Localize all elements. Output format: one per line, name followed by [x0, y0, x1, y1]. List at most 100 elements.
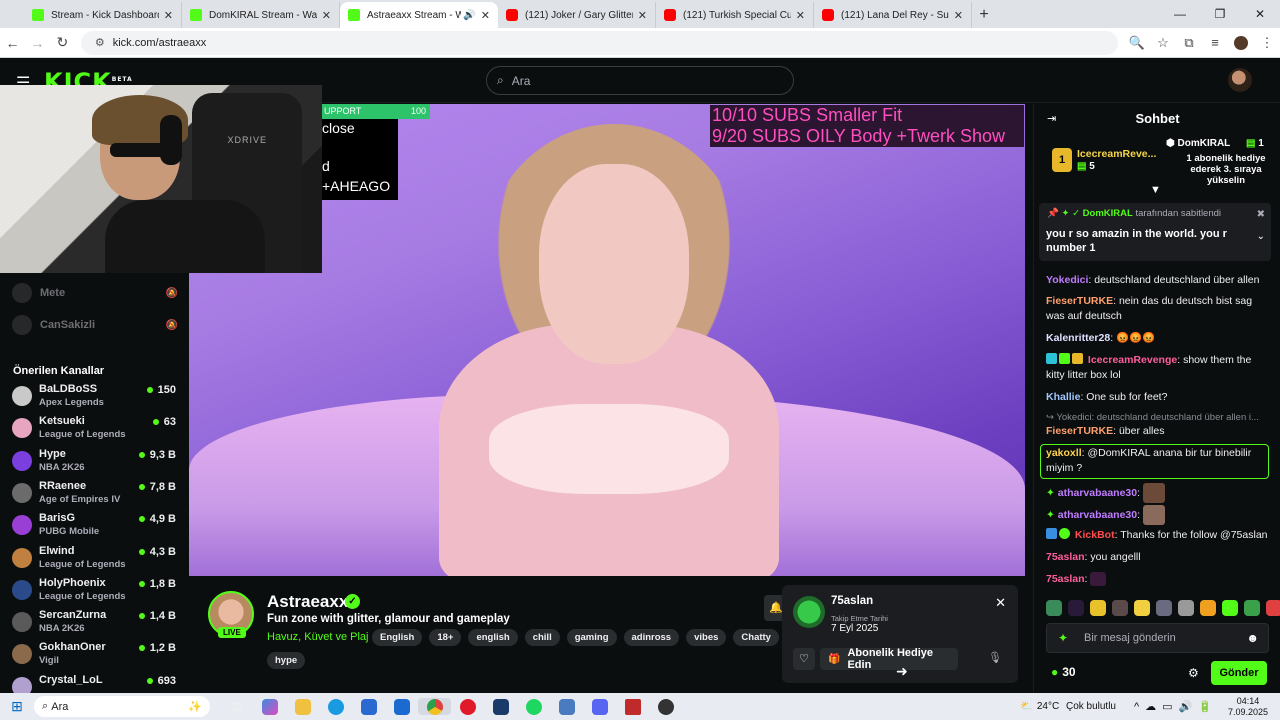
- chat-message[interactable]: 75aslan: you angelll: [1046, 550, 1271, 565]
- tray-icons[interactable]: ^☁▭🔊🔋: [1134, 700, 1218, 713]
- sidebar-item-channel[interactable]: SercanZurna NBA 2K26 1,4 B: [12, 609, 176, 641]
- browser-tab[interactable]: (121) Turkish Special Cut - YouT ✕: [656, 2, 814, 28]
- stream-tag[interactable]: Chatty: [733, 629, 779, 646]
- task-view-icon[interactable]: ⧉: [220, 699, 253, 715]
- browser-tab[interactable]: DomKIRAL Stream - Watch Live ✕: [182, 2, 340, 28]
- emote-icon[interactable]: [1266, 600, 1280, 616]
- emote-icon[interactable]: [1090, 600, 1106, 616]
- sparkle-icon[interactable]: ✦: [1058, 631, 1068, 645]
- chat-message[interactable]: Yokedici: deutschland deutschland über a…: [1046, 273, 1271, 288]
- outlook-icon[interactable]: [385, 698, 418, 715]
- restore-icon[interactable]: ❐: [1200, 0, 1240, 28]
- windows-start-icon[interactable]: ⊞: [0, 698, 34, 715]
- stream-tag[interactable]: vibes: [686, 629, 727, 646]
- menu-kebab-icon[interactable]: ⋮: [1254, 35, 1280, 51]
- sidebar-item-channel[interactable]: Ketsueki League of Legends 63: [12, 415, 176, 447]
- close-tab-icon[interactable]: ✕: [796, 9, 805, 22]
- chat-message[interactable]: 75aslan:: [1046, 572, 1271, 587]
- chat-message[interactable]: KickBot: Thanks for the follow @75aslan: [1046, 528, 1271, 543]
- streamer-name[interactable]: Astraeaxx: [267, 592, 348, 612]
- stream-category-link[interactable]: Havuz, Küvet ve Plaj: [267, 631, 369, 643]
- app-icon[interactable]: [649, 698, 682, 715]
- reply-preview[interactable]: ↪ Yokedici: deutschland deutschland über…: [1046, 412, 1274, 423]
- stream-tag[interactable]: adinross: [623, 629, 680, 646]
- app-icon[interactable]: [550, 698, 583, 715]
- chat-message[interactable]: FieserTURKE: über alles: [1046, 424, 1271, 439]
- sidebar-item-offline[interactable]: CanSakizli 🔕: [12, 315, 178, 335]
- app-icon[interactable]: [616, 698, 649, 715]
- sidebar-item-channel[interactable]: BaLDBoSS Apex Legends 150: [12, 383, 176, 415]
- taskbar-search[interactable]: ⌕ Ara ✨: [34, 696, 210, 717]
- speaker-icon[interactable]: 🔊: [463, 10, 475, 21]
- close-tab-icon[interactable]: ✕: [638, 9, 647, 22]
- steam-icon[interactable]: [484, 698, 517, 715]
- chat-message[interactable]: ✦ atharvabaane30:: [1046, 505, 1271, 525]
- stream-tag[interactable]: chill: [524, 629, 560, 646]
- bookmark-star-icon[interactable]: ☆: [1150, 35, 1176, 51]
- back-icon[interactable]: ←: [0, 35, 25, 51]
- opera-icon[interactable]: [451, 698, 484, 715]
- popup-username[interactable]: 75aslan: [831, 595, 873, 607]
- discord-icon[interactable]: [583, 698, 616, 715]
- expand-leaderboard-icon[interactable]: ▼: [1150, 184, 1161, 196]
- browser-tab[interactable]: (121) Lana Del Rey - Summertim ✕: [814, 2, 972, 28]
- chat-message[interactable]: FieserTURKE: nein das du deutsch bist sa…: [1046, 294, 1271, 324]
- emote-icon[interactable]: [1068, 600, 1084, 616]
- emote-icon[interactable]: [1222, 600, 1238, 616]
- site-settings-icon[interactable]: ⚙: [95, 36, 105, 49]
- chat-message[interactable]: yakoxll: @DomKIRAL anana bir tur binebil…: [1046, 446, 1271, 476]
- gift-sub-button[interactable]: 🎁 Abonelik Hediye Edin: [820, 647, 958, 671]
- emote-icon[interactable]: [1156, 600, 1172, 616]
- emote-icon[interactable]: [1134, 600, 1150, 616]
- new-tab-button[interactable]: +: [972, 2, 996, 28]
- unpin-icon[interactable]: ✖: [1257, 209, 1265, 220]
- chevron-down-icon[interactable]: ⌄: [1257, 231, 1265, 242]
- stream-tag[interactable]: English: [372, 629, 423, 646]
- close-tab-icon[interactable]: ✕: [481, 9, 490, 22]
- chat-message[interactable]: Kalenritter28: 😡😡😡: [1046, 331, 1271, 346]
- sidebar-item-channel[interactable]: HolyPhoenix League of Legends 1,8 B: [12, 577, 176, 609]
- url-field[interactable]: ⚙ kick.com/astraeaxx: [80, 30, 1118, 55]
- chrome-icon[interactable]: [418, 698, 451, 715]
- close-icon[interactable]: ✕: [995, 595, 1006, 611]
- leader-name[interactable]: IcecreamReve...: [1077, 148, 1156, 160]
- stream-tag[interactable]: gaming: [566, 629, 617, 646]
- mute-user-icon[interactable]: 🎙: [988, 651, 1002, 664]
- follow-heart-icon[interactable]: ♡: [793, 648, 815, 670]
- chat-message-input[interactable]: ✦ Bir mesaj gönderin ☻: [1046, 623, 1269, 653]
- close-tab-icon[interactable]: ✕: [164, 9, 173, 22]
- forward-icon[interactable]: →: [25, 35, 50, 51]
- chat-settings-icon[interactable]: ⚙: [1188, 666, 1199, 680]
- browser-tab-active[interactable]: Astraeaxx Stream - Watch L🔊 ✕: [340, 2, 498, 28]
- user-avatar[interactable]: [1228, 68, 1252, 92]
- profile-icon[interactable]: [1228, 35, 1254, 51]
- minimize-icon[interactable]: —: [1160, 0, 1200, 28]
- media-icon[interactable]: ≡: [1202, 35, 1228, 51]
- browser-tab[interactable]: Stream - Kick Dashboard ✕: [24, 2, 182, 28]
- emote-icon[interactable]: [1200, 600, 1216, 616]
- emote-icon[interactable]: [1112, 600, 1128, 616]
- browser-tab[interactable]: (121) Joker / Gary Glitter - Rock ✕: [498, 2, 656, 28]
- stream-tag[interactable]: 18+: [429, 629, 462, 646]
- channel-points[interactable]: ● 30: [1051, 665, 1076, 679]
- extensions-icon[interactable]: ⧉: [1176, 35, 1202, 51]
- emote-icon[interactable]: [1046, 600, 1062, 616]
- spotify-icon[interactable]: [517, 698, 550, 715]
- sidebar-item-channel[interactable]: GokhanOner Vigil 1,2 B: [12, 641, 176, 673]
- sidebar-item-channel[interactable]: BarisG PUBG Mobile 4,9 B: [12, 512, 176, 544]
- pinned-message[interactable]: 📌 ✦ ✓ DomKIRAL tarafından sabitlendi you…: [1039, 203, 1271, 261]
- search-input[interactable]: ⌕ Ara: [486, 66, 794, 95]
- clock[interactable]: 04:14 7.09.2025: [1228, 696, 1268, 718]
- file-explorer-icon[interactable]: [286, 698, 319, 715]
- emote-icon[interactable]: [1244, 600, 1260, 616]
- stream-tag[interactable]: hype: [267, 652, 306, 669]
- close-tab-icon[interactable]: ✕: [954, 9, 963, 22]
- store-icon[interactable]: [352, 698, 385, 715]
- sidebar-item-offline[interactable]: Mete 🔕: [12, 283, 178, 303]
- sidebar-item-channel[interactable]: Elwind League of Legends 4,3 B: [12, 545, 176, 577]
- stream-tag[interactable]: english: [468, 629, 518, 646]
- send-button[interactable]: Gönder: [1211, 661, 1267, 685]
- sidebar-item-channel[interactable]: Hype NBA 2K26 9,3 B: [12, 448, 176, 480]
- copilot-icon[interactable]: [253, 698, 286, 715]
- close-tab-icon[interactable]: ✕: [322, 9, 331, 22]
